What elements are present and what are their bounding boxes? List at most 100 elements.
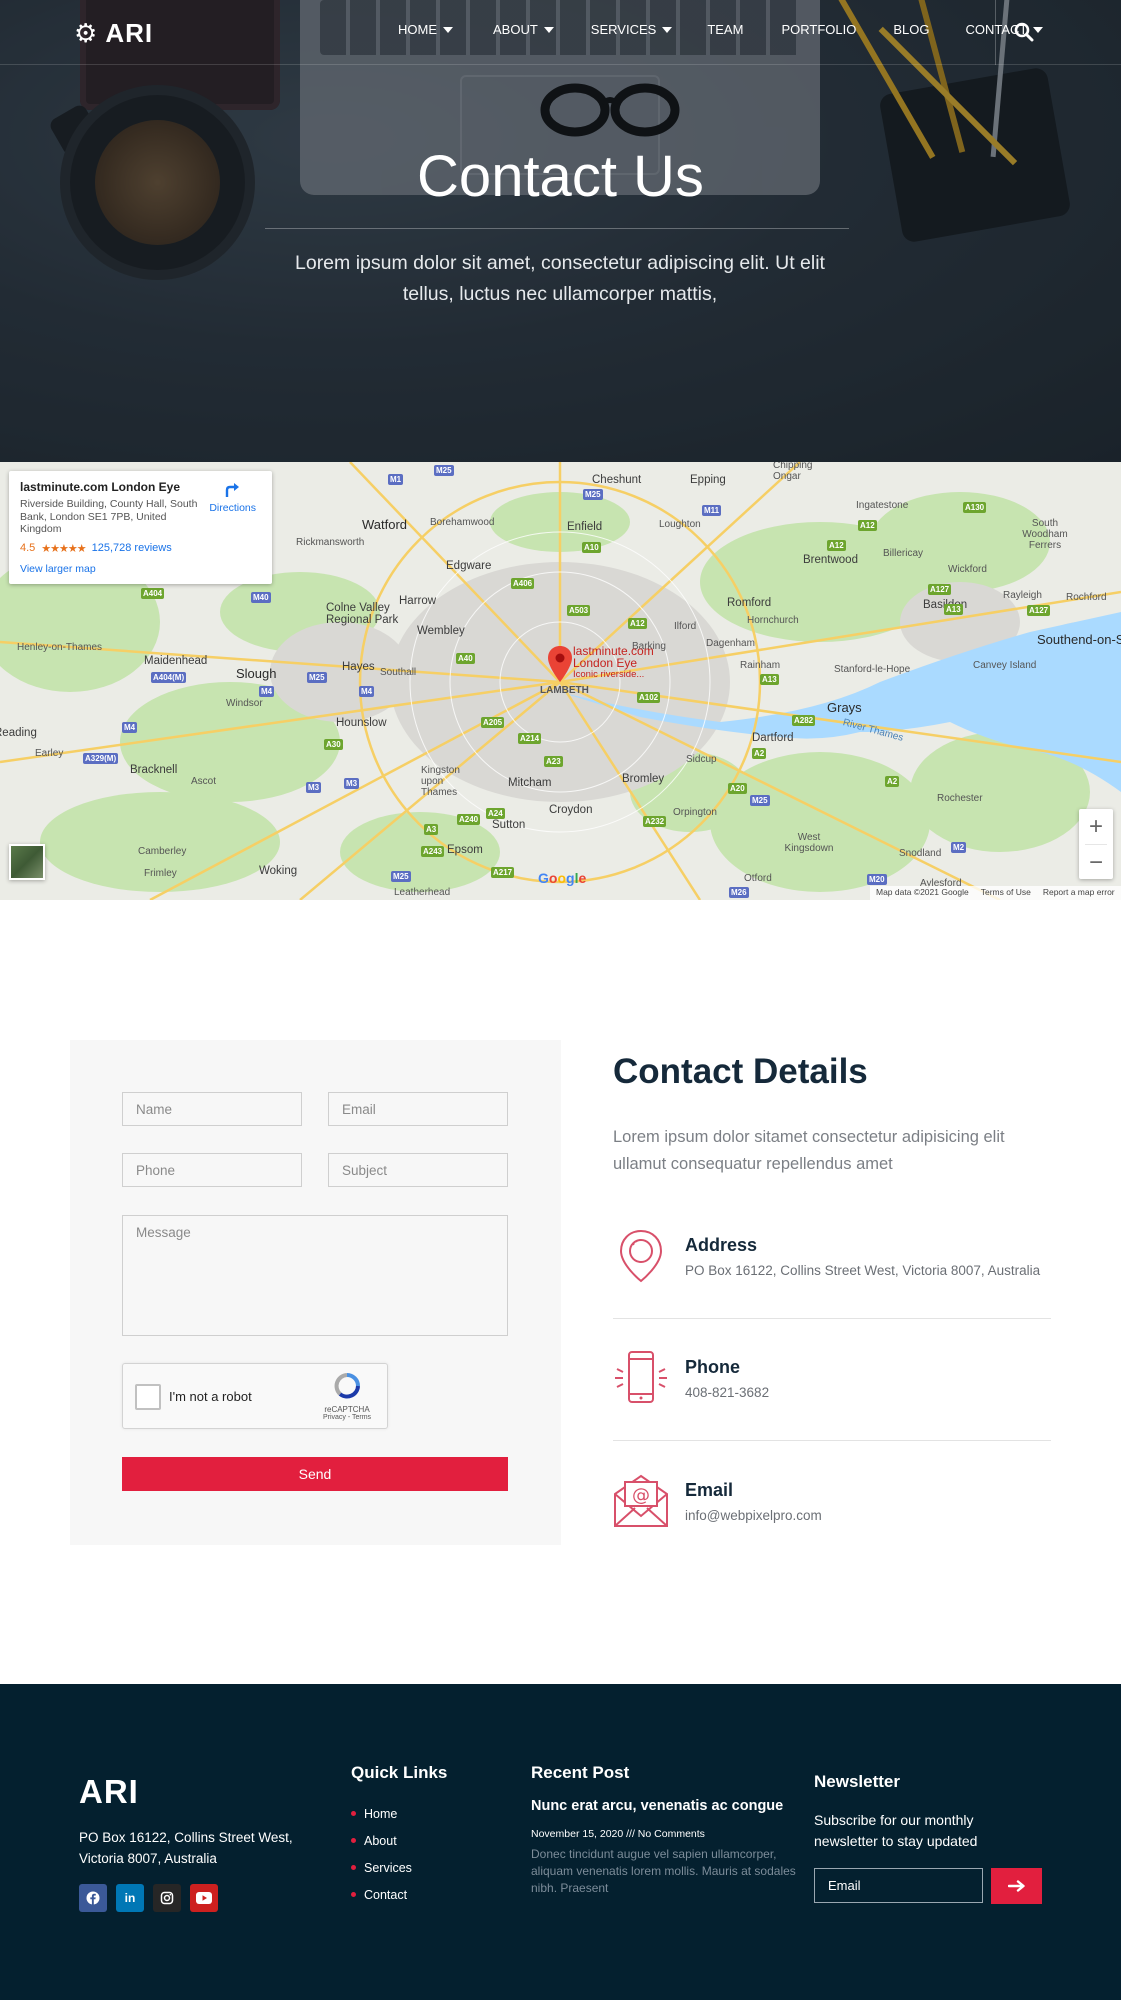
youtube-icon[interactable]: [190, 1884, 218, 1912]
newsletter-text: Subscribe for our monthly newsletter to …: [814, 1812, 978, 1849]
bullet-icon: [351, 1811, 356, 1816]
road-shield: M3: [344, 778, 360, 789]
pin-subtitle: Iconic riverside...: [573, 669, 645, 680]
nav-item-about[interactable]: ABOUT: [493, 22, 554, 37]
quick-link-label: About: [364, 1833, 397, 1848]
map-place: Loughton: [659, 519, 701, 530]
nav-item-team[interactable]: TEAM: [707, 22, 743, 37]
envelope-icon: @: [614, 1474, 668, 1527]
location-pin-icon: [619, 1229, 663, 1283]
map-attribution: Map data ©2021 Google Terms of Use Repor…: [870, 886, 1121, 900]
newsletter-submit-button[interactable]: [991, 1868, 1042, 1904]
search-icon[interactable]: [1014, 22, 1034, 42]
map-place: Sutton: [492, 819, 526, 831]
google-map[interactable]: Cheshunt Epping Chipping Ongar Watford B…: [0, 462, 1121, 900]
map-place: Epping: [690, 474, 726, 486]
email-value[interactable]: info@webpixelpro.com: [685, 1508, 822, 1523]
map-place: Canvey Island: [973, 660, 1037, 671]
map-place: Reading: [0, 727, 37, 739]
map-place: Enfield: [567, 521, 603, 533]
terms-link[interactable]: Terms of Use: [981, 887, 1031, 899]
quick-link-about[interactable]: About: [351, 1827, 412, 1854]
subject-input[interactable]: Subject: [328, 1153, 508, 1187]
site-logo[interactable]: ⚙ ARI: [74, 17, 153, 49]
map-place: Dagenham: [706, 638, 755, 649]
map-place: Sidcup: [686, 754, 717, 765]
name-input[interactable]: Name: [122, 1092, 302, 1126]
address-item: Address PO Box 16122, Collins Street Wes…: [613, 1227, 1051, 1287]
map-place: Hounslow: [336, 717, 387, 729]
nav-item-home[interactable]: HOME: [398, 22, 453, 37]
recaptcha-label: I'm not a robot: [169, 1389, 252, 1404]
map-place: Hornchurch: [747, 615, 799, 626]
report-error-link[interactable]: Report a map error: [1043, 887, 1115, 899]
quick-link-home[interactable]: Home: [351, 1800, 412, 1827]
recaptcha-links[interactable]: Privacy - Terms: [317, 1414, 377, 1421]
divider: [613, 1440, 1051, 1441]
footer-logo[interactable]: ARI: [79, 1773, 139, 1811]
bullet-icon: [351, 1865, 356, 1870]
road-shield: A240: [457, 814, 481, 825]
pin-label[interactable]: lastminute.com London Eye Iconic riversi…: [573, 645, 654, 681]
phone-icon: [615, 1351, 667, 1403]
facebook-icon[interactable]: [79, 1884, 107, 1912]
quick-link-contact[interactable]: Contact: [351, 1881, 412, 1908]
map-pin-icon[interactable]: [548, 646, 572, 682]
map-place: Rickmansworth: [296, 537, 365, 548]
page-title: Contact Us: [417, 144, 704, 209]
road-shield: A23: [544, 756, 563, 767]
map-place: Stanford-le-Hope: [834, 664, 911, 675]
reviews-link[interactable]: 125,728 reviews: [92, 542, 172, 554]
nav-divider: [995, 0, 996, 65]
road-shield: M25: [434, 465, 454, 476]
road-shield: A30: [324, 739, 343, 750]
zoom-in-button[interactable]: +: [1079, 809, 1113, 844]
place-rating: 4.5 ★★★★★ 125,728 reviews: [20, 542, 261, 555]
map-place: Grays: [827, 700, 862, 715]
post-title-link[interactable]: Nunc erat arcu, venenatis ac congue: [531, 1798, 801, 1814]
road-shield: M25: [307, 672, 327, 683]
map-place: Camberley: [138, 846, 187, 857]
road-shield: A503: [567, 605, 591, 616]
nav-item-portfolio[interactable]: PORTFOLIO: [781, 22, 856, 37]
quick-link-services[interactable]: Services: [351, 1854, 412, 1881]
quick-links-title: Quick Links: [351, 1763, 448, 1782]
instagram-icon[interactable]: [153, 1884, 181, 1912]
map-place: Hayes: [342, 661, 375, 673]
road-shield: M1: [388, 474, 404, 485]
phone-value[interactable]: 408-821-3682: [685, 1385, 769, 1400]
recaptcha-icon: [334, 1373, 360, 1399]
newsletter-title: Newsletter: [814, 1772, 900, 1791]
main-nav: ⚙ ARI HOME ABOUT SERVICES TEAM PORTFOLIO…: [0, 0, 1121, 65]
map-place: Orpington: [673, 807, 717, 818]
post-meta: November 15, 2020 /// No Comments: [531, 1828, 705, 1840]
map-place: Frimley: [144, 868, 177, 879]
map-place: Epsom: [447, 844, 483, 856]
send-button[interactable]: Send: [122, 1457, 508, 1491]
newsletter-email-input[interactable]: Email: [814, 1868, 983, 1903]
road-shield: A24: [486, 808, 505, 819]
view-larger-map-link[interactable]: View larger map: [20, 563, 261, 575]
hero-divider: [265, 228, 849, 229]
map-data-text: Map data ©2021 Google: [876, 887, 969, 897]
road-shield: M11: [702, 505, 722, 516]
message-textarea[interactable]: Message: [122, 1215, 508, 1336]
directions-button[interactable]: Directions: [209, 481, 256, 514]
map-place: Brentwood: [803, 554, 858, 566]
recaptcha-brand: reCAPTCHA: [324, 1405, 370, 1414]
zoom-out-button[interactable]: −: [1079, 845, 1113, 880]
map-place: Wickford: [948, 564, 987, 575]
map-place: Southall: [380, 667, 417, 678]
satellite-toggle[interactable]: [9, 844, 45, 880]
recaptcha-checkbox[interactable]: [135, 1384, 161, 1410]
nav-item-blog[interactable]: BLOG: [893, 22, 929, 37]
map-place: Ascot: [191, 776, 217, 787]
road-shield: A127: [1027, 605, 1051, 616]
linkedin-icon[interactable]: in: [116, 1884, 144, 1912]
phone-input[interactable]: Phone: [122, 1153, 302, 1187]
map-info-card: lastminute.com London Eye Riverside Buil…: [9, 471, 272, 584]
place-address: Riverside Building, County Hall, South B…: [20, 498, 198, 535]
site-footer: ARI PO Box 16122, Collins Street West, V…: [0, 1684, 1121, 2000]
email-input[interactable]: Email: [328, 1092, 508, 1126]
nav-item-services[interactable]: SERVICES: [591, 22, 673, 37]
